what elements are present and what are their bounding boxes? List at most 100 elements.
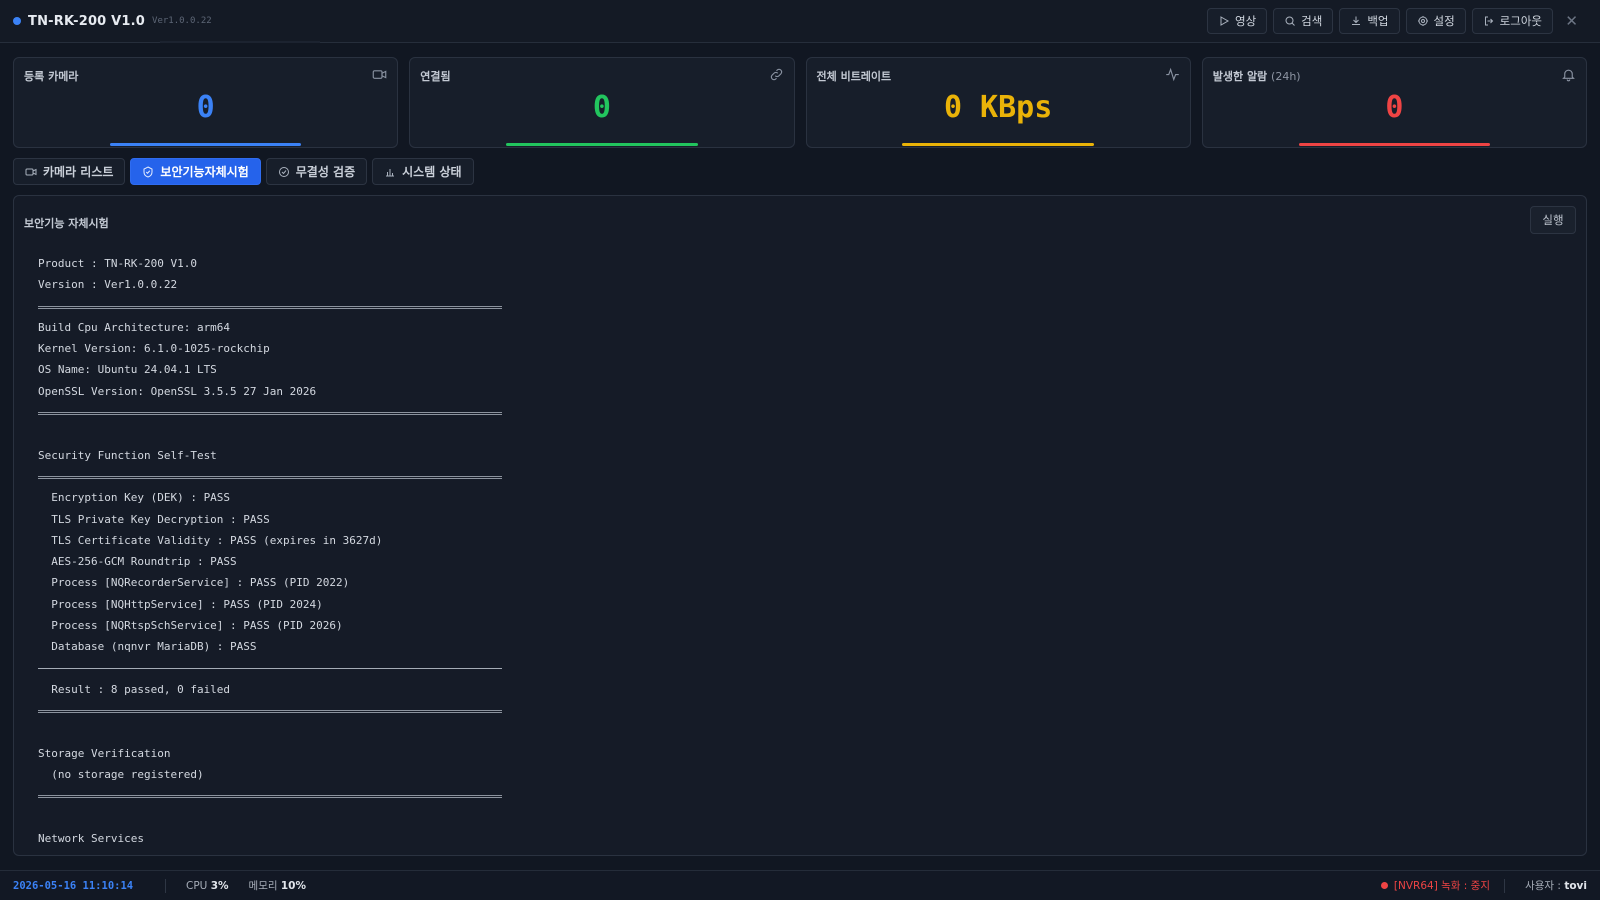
stat-cards: 등록 카메라 0 연결됨 0 전체 비트레이트 0 KBps 발생한 알람 (2… xyxy=(13,57,1587,148)
card-label: 연결됨 xyxy=(420,70,451,83)
close-icon[interactable]: ✕ xyxy=(1565,12,1578,30)
log-line: OS Name: Ubuntu 24.04.1 LTS xyxy=(38,363,217,377)
cpu-label: CPU xyxy=(186,879,208,892)
settings-button[interactable]: 설정 xyxy=(1405,8,1466,34)
activity-icon xyxy=(1165,67,1180,82)
run-button[interactable]: 실행 xyxy=(1530,206,1576,234)
card-value: 0 KBps xyxy=(943,90,1053,125)
recording-dot xyxy=(1380,882,1388,889)
log-line: Kernel Version: 6.1.0-1025-rockchip xyxy=(38,342,270,356)
log-separator xyxy=(38,402,508,423)
card-accent-bar xyxy=(902,143,1094,146)
log-separator xyxy=(38,785,508,806)
log-blank xyxy=(38,807,508,828)
status-dot xyxy=(13,17,21,25)
log-separator-thin xyxy=(38,658,508,679)
self-test-log: Product : TN-RK-200 V1.0 Version : Ver1.0… xyxy=(38,253,508,849)
tab-integrity-check[interactable]: 무결성 검증 xyxy=(265,158,368,185)
cpu-usage: CPU 3% xyxy=(166,880,229,892)
log-line: Network Services xyxy=(38,832,144,846)
settings-button-label: 설정 xyxy=(1433,14,1455,28)
card-value: 0 xyxy=(1385,90,1404,125)
datetime: 2026-05-16 11:10:14 xyxy=(13,879,134,892)
memory-value: 10% xyxy=(280,880,306,892)
camera-icon xyxy=(372,67,387,82)
card-accent-bar xyxy=(109,143,302,146)
log-line: Version : Ver1.0.0.22 xyxy=(38,278,178,292)
log-separator xyxy=(38,466,508,487)
card-registered-cameras: 등록 카메라 0 xyxy=(13,57,399,148)
card-alarms: 발생한 알람 (24h) 0 xyxy=(1201,57,1587,148)
video-button-label: 영상 xyxy=(1234,14,1257,28)
top-bar: TN-RK-200 V1.0 Ver1.0.0.22 영상 검색 백업 설정 로… xyxy=(0,0,1600,43)
memory-usage: 메모리 10% xyxy=(229,878,306,893)
camera-icon xyxy=(25,168,37,175)
link-icon xyxy=(769,67,784,82)
card-total-bitrate: 전체 비트레이트 0 KBps xyxy=(805,57,1191,148)
log-line: Process [NQRtspSchService] : PASS (PID 2… xyxy=(38,619,343,633)
search-button-label: 검색 xyxy=(1301,14,1323,28)
log-separator xyxy=(38,296,508,317)
card-connected: 연결됨 0 xyxy=(409,57,795,148)
recording-status: [NVR64] 녹화 : 중지 xyxy=(1380,878,1490,893)
card-accent-bar xyxy=(506,143,698,146)
log-line: Process [NQRecorderService] : PASS (PID … xyxy=(38,576,350,590)
check-circle-icon xyxy=(278,166,289,177)
memory-label: 메모리 xyxy=(248,880,278,892)
gear-icon xyxy=(1417,16,1428,26)
card-label: 전체 비트레이트 xyxy=(816,70,892,83)
card-value: 0 xyxy=(196,90,215,125)
shield-check-icon xyxy=(143,165,153,178)
video-button[interactable]: 영상 xyxy=(1206,8,1268,34)
log-blank xyxy=(38,423,508,444)
log-line: OpenSSL Version: OpenSSL 3.5.5 27 Jan 20… xyxy=(38,384,317,398)
divider xyxy=(1504,878,1505,893)
log-blank xyxy=(38,722,508,743)
log-line: AES-256-GCM Roundtrip : PASS xyxy=(38,555,237,569)
search-button[interactable]: 검색 xyxy=(1273,8,1334,34)
log-line: Result : 8 passed, 0 failed xyxy=(38,682,231,696)
log-line: TLS Certificate Validity : PASS (expires… xyxy=(38,533,383,547)
bar-chart-icon xyxy=(386,168,395,176)
card-label-text: 발생한 알람 xyxy=(1212,70,1268,83)
app-version: Ver1.0.0.22 xyxy=(152,16,212,26)
log-line: Process [NQHttpService] : PASS (PID 2024… xyxy=(38,597,323,611)
user-label: 사용자 : xyxy=(1525,880,1561,892)
logout-icon xyxy=(1484,16,1493,26)
backup-button[interactable]: 백업 xyxy=(1339,8,1400,34)
download-icon xyxy=(1352,16,1361,25)
log-line: Encryption Key (DEK) : PASS xyxy=(38,491,231,505)
header-divider xyxy=(160,41,320,43)
tab-camera-list[interactable]: 카메라 리스트 xyxy=(13,158,126,185)
tab-label: 시스템 상태 xyxy=(402,165,462,179)
logout-button-label: 로그아웃 xyxy=(1499,14,1542,28)
card-value: 0 xyxy=(592,90,611,125)
status-bar: 2026-05-16 11:10:14 CPU 3% 메모리 10% [NVR6… xyxy=(0,870,1600,900)
backup-button-label: 백업 xyxy=(1367,14,1389,28)
tab-label: 무결성 검증 xyxy=(295,165,356,179)
log-separator xyxy=(38,700,508,721)
log-line: Security Function Self-Test xyxy=(38,448,217,462)
app-title: TN-RK-200 V1.0 xyxy=(28,13,146,29)
tab-system-status[interactable]: 시스템 상태 xyxy=(372,158,474,185)
tab-label: 카메라 리스트 xyxy=(43,165,114,179)
log-line: (no storage registered) xyxy=(38,768,204,782)
cpu-value: 3% xyxy=(210,879,229,892)
card-label: 등록 카메라 xyxy=(24,70,79,83)
card-accent-bar xyxy=(1298,143,1491,146)
logout-button[interactable]: 로그아웃 xyxy=(1471,8,1553,34)
play-icon xyxy=(1220,16,1229,26)
panel-title: 보안기능 자체시험 xyxy=(24,217,109,230)
user-value: tovi xyxy=(1564,880,1587,892)
log-line: Product : TN-RK-200 V1.0 xyxy=(38,257,197,270)
log-line: Build Cpu Architecture: arm64 xyxy=(38,320,231,334)
current-user: 사용자 : tovi xyxy=(1525,878,1587,893)
brand: TN-RK-200 V1.0 Ver1.0.0.22 xyxy=(0,14,212,29)
tab-bar: 카메라 리스트 보안기능자체시험 무결성 검증 시스템 상태 xyxy=(13,158,474,185)
header-actions: 영상 검색 백업 설정 로그아웃 xyxy=(1206,8,1553,34)
log-line: TLS Private Key Decryption : PASS xyxy=(38,512,270,526)
self-test-panel: 보안기능 자체시험 실행 Product : TN-RK-200 V1.0 Ver… xyxy=(13,195,1587,856)
card-label: 발생한 알람 (24h) xyxy=(1213,68,1301,84)
tab-security-self-test[interactable]: 보안기능자체시험 xyxy=(130,158,261,185)
card-label-sub: (24h) xyxy=(1271,70,1301,83)
